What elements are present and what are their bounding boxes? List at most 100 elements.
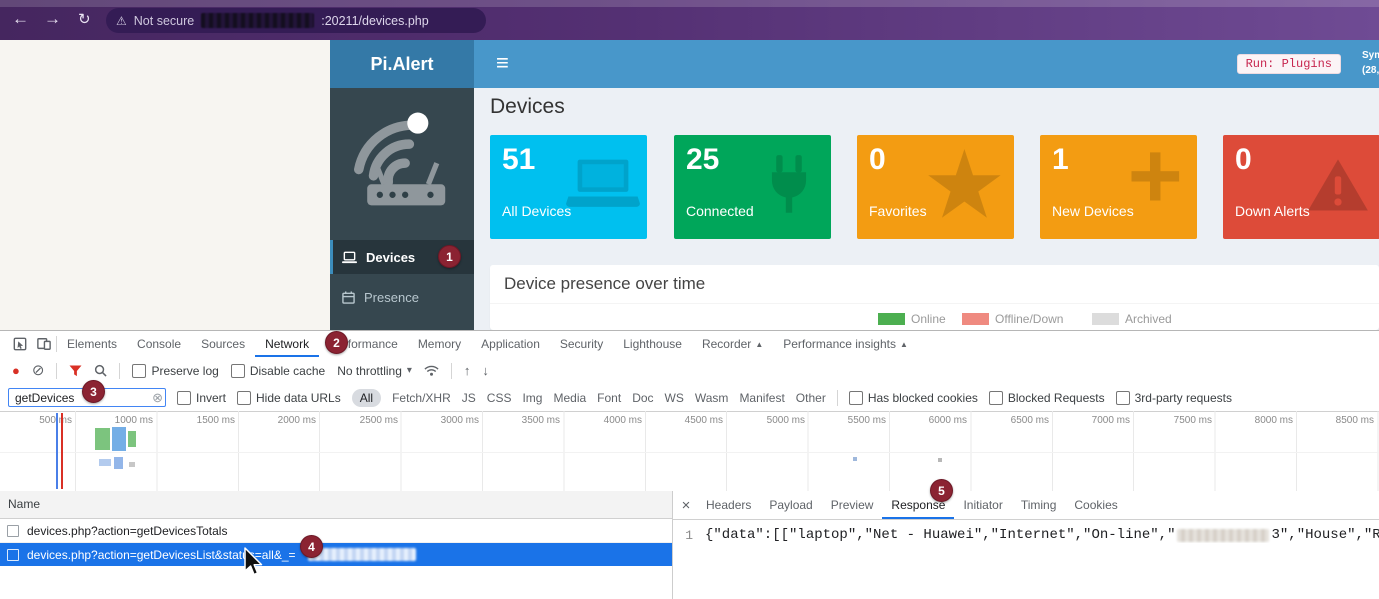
filter-type-js[interactable]: JS bbox=[462, 391, 476, 405]
tab-memory[interactable]: Memory bbox=[408, 331, 471, 357]
filter-type-fetch-xhr[interactable]: Fetch/XHR bbox=[392, 391, 451, 405]
detail-tab-preview[interactable]: Preview bbox=[822, 491, 883, 519]
stat-card-favorites[interactable]: 0 Favorites ★ bbox=[857, 135, 1014, 239]
sidebar-item-presence[interactable]: Presence bbox=[330, 280, 486, 314]
import-har-icon[interactable]: ↑ bbox=[464, 363, 471, 378]
mouse-cursor bbox=[242, 547, 264, 577]
timeline-tick: 1500 ms bbox=[179, 415, 235, 426]
network-conditions-icon[interactable] bbox=[424, 365, 439, 377]
detail-tabbar: × Headers Payload Preview Response Initi… bbox=[673, 491, 1379, 520]
filter-type-wasm[interactable]: Wasm bbox=[695, 391, 729, 405]
detail-tab-timing[interactable]: Timing bbox=[1012, 491, 1066, 519]
filter-type-other[interactable]: Other bbox=[796, 391, 826, 405]
forward-icon[interactable]: → bbox=[44, 9, 61, 29]
address-bar[interactable]: ⚠ Not secure :20211/devices.php bbox=[106, 8, 486, 33]
main-content: Devices 51 All Devices 25 Connected bbox=[474, 88, 1379, 330]
detail-tab-cookies[interactable]: Cookies bbox=[1065, 491, 1126, 519]
overview-bar bbox=[853, 457, 857, 461]
router-logo-image bbox=[344, 102, 460, 223]
stat-card-all-devices[interactable]: 51 All Devices bbox=[490, 135, 647, 239]
timeline-tick: 3000 ms bbox=[423, 415, 479, 426]
timeline-tick: 2000 ms bbox=[260, 415, 316, 426]
card-value: 25 bbox=[686, 143, 719, 177]
filter-type-css[interactable]: CSS bbox=[487, 391, 512, 405]
preserve-log-checkbox[interactable]: Preserve log bbox=[132, 364, 218, 378]
response-text: {"data":[["laptop","Net - Huawei","Inter… bbox=[705, 527, 1175, 543]
navbar-corner-text: Sym (28, bbox=[1362, 48, 1379, 78]
legend-swatch-online bbox=[878, 313, 905, 325]
overview-bar bbox=[95, 428, 110, 450]
export-har-icon[interactable]: ↓ bbox=[482, 363, 489, 378]
tab-label: Sources bbox=[201, 337, 245, 351]
detail-tab-headers[interactable]: Headers bbox=[697, 491, 760, 519]
tab-elements[interactable]: Elements bbox=[57, 331, 127, 357]
back-icon[interactable]: ← bbox=[12, 9, 29, 29]
tab-network[interactable]: Network bbox=[255, 331, 319, 357]
menu-toggle-icon[interactable]: ≡ bbox=[496, 50, 509, 76]
legend-swatch-archived bbox=[1092, 313, 1119, 325]
overview-bar bbox=[99, 459, 111, 466]
app-logo[interactable]: Pi.Alert bbox=[330, 40, 474, 88]
detail-tab-initiator[interactable]: Initiator bbox=[954, 491, 1011, 519]
invert-checkbox[interactable]: Invert bbox=[177, 391, 226, 405]
request-list-header[interactable]: Name bbox=[0, 491, 672, 519]
filter-toggle-icon[interactable] bbox=[69, 365, 82, 377]
search-icon[interactable] bbox=[94, 364, 107, 377]
tab-performance-insights[interactable]: Performance insights▲ bbox=[773, 331, 918, 357]
disable-cache-checkbox[interactable]: Disable cache bbox=[231, 364, 325, 378]
filter-type-doc[interactable]: Doc bbox=[632, 391, 653, 405]
inspect-icon[interactable] bbox=[8, 337, 32, 351]
tab-console[interactable]: Console bbox=[127, 331, 191, 357]
tab-sources[interactable]: Sources bbox=[191, 331, 255, 357]
stat-card-down-alerts[interactable]: 0 Down Alerts bbox=[1223, 135, 1379, 239]
refresh-icon[interactable]: ↻ bbox=[78, 10, 91, 28]
sidebar-item-devices[interactable]: Devices bbox=[330, 240, 486, 274]
file-icon bbox=[7, 549, 19, 561]
overview-bar bbox=[128, 431, 136, 447]
checkbox-label: Hide data URLs bbox=[256, 391, 341, 405]
annotation-step-1: 1 bbox=[438, 245, 461, 268]
network-overview[interactable]: 500 ms 1000 ms 1500 ms 2000 ms 2500 ms 3… bbox=[0, 411, 1379, 492]
response-content[interactable]: 1 {"data":[["laptop","Net - Huawei","Int… bbox=[673, 527, 1379, 543]
sidebar: Pi.Alert bbox=[330, 40, 474, 330]
tab-lighthouse[interactable]: Lighthouse bbox=[613, 331, 692, 357]
stat-card-connected[interactable]: 25 Connected bbox=[674, 135, 831, 239]
blocked-requests-checkbox[interactable]: Blocked Requests bbox=[989, 391, 1105, 405]
filter-type-ws[interactable]: WS bbox=[665, 391, 684, 405]
network-request-row[interactable]: devices.php?action=getDevicesTotals bbox=[0, 519, 672, 543]
filter-type-img[interactable]: Img bbox=[522, 391, 542, 405]
third-party-requests-checkbox[interactable]: 3rd-party requests bbox=[1116, 391, 1232, 405]
timeline-tick: 8500 ms bbox=[1318, 415, 1374, 426]
filter-type-font[interactable]: Font bbox=[597, 391, 621, 405]
url-text: :20211/devices.php bbox=[321, 14, 429, 28]
timeline-tick: 4000 ms bbox=[586, 415, 642, 426]
run-plugins-button[interactable]: Run: Plugins bbox=[1237, 54, 1341, 74]
clear-filter-icon[interactable]: ⊗ bbox=[152, 390, 163, 406]
hide-data-urls-checkbox[interactable]: Hide data URLs bbox=[237, 391, 341, 405]
device-toolbar-icon[interactable] bbox=[32, 337, 56, 351]
divider bbox=[56, 363, 57, 379]
tab-label: Security bbox=[560, 337, 603, 351]
throttling-select[interactable]: No throttling ▾ bbox=[337, 364, 412, 378]
overview-bar bbox=[938, 458, 942, 462]
experiment-icon: ▲ bbox=[900, 340, 908, 349]
not-secure-icon: ⚠ bbox=[116, 14, 127, 28]
detail-tab-payload[interactable]: Payload bbox=[760, 491, 821, 519]
clear-button[interactable]: ⊘ bbox=[32, 363, 45, 378]
filter-type-all[interactable]: All bbox=[352, 389, 381, 407]
filter-type-manifest[interactable]: Manifest bbox=[739, 391, 784, 405]
has-blocked-cookies-checkbox[interactable]: Has blocked cookies bbox=[849, 391, 978, 405]
filter-type-media[interactable]: Media bbox=[553, 391, 586, 405]
card-value: 0 bbox=[1235, 143, 1252, 177]
timeline-tick: 8000 ms bbox=[1237, 415, 1293, 426]
tab-recorder[interactable]: Recorder▲ bbox=[692, 331, 773, 357]
close-detail-icon[interactable]: × bbox=[675, 497, 697, 514]
screenshot-root: ← → ↻ ⚠ Not secure :20211/devices.php Pi… bbox=[0, 0, 1379, 599]
stat-card-new-devices[interactable]: 1 New Devices + bbox=[1040, 135, 1197, 239]
tab-application[interactable]: Application bbox=[471, 331, 550, 357]
record-button[interactable]: ● bbox=[12, 364, 20, 377]
card-label: Down Alerts bbox=[1235, 203, 1310, 219]
network-request-row-selected[interactable]: devices.php?action=getDevicesList&status… bbox=[0, 543, 672, 566]
checkbox-label: Preserve log bbox=[151, 364, 218, 378]
tab-security[interactable]: Security bbox=[550, 331, 613, 357]
